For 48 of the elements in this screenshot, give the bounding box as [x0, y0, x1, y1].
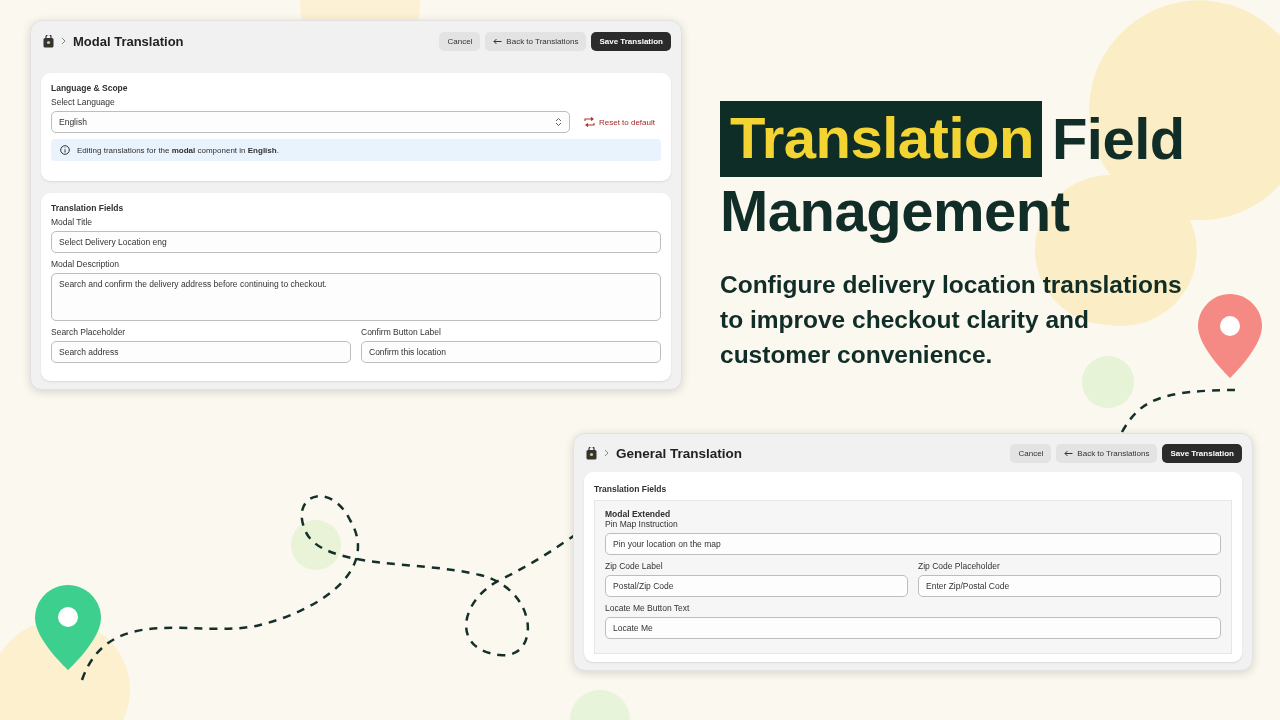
field-label: Locate Me Button Text	[605, 603, 691, 613]
input-field[interactable]: Enter Zip/Postal Code	[918, 575, 1221, 597]
subtitle: Configure delivery location translations to improve checkout clarity and customer convenience.	[720, 270, 1183, 370]
input-field[interactable]: Locate Me	[605, 617, 1221, 639]
section-heading: Translation Fields	[594, 484, 668, 494]
field-label: Modal Description	[51, 259, 121, 269]
shopping-bag-icon	[43, 34, 54, 48]
swap-arrows-icon	[583, 117, 595, 127]
info-text: Editing translations for the modal component in English.	[77, 145, 279, 155]
section-heading: Translation Fields	[51, 203, 125, 213]
save-button[interactable]: Save Translation	[591, 31, 671, 51]
chevron-icon	[554, 117, 562, 127]
field-label: Zip Code Label	[605, 561, 664, 571]
text-area[interactable]: Search and confirm the delivery address before continuing to checkout.	[51, 273, 661, 321]
field-label: Zip Code Placeholder	[918, 561, 1001, 571]
background-blob	[1082, 356, 1134, 408]
back-button[interactable]: Back to Translations	[1056, 443, 1158, 463]
field-label: Modal Title	[51, 217, 94, 227]
field-label: Pin Map Instruction	[605, 519, 679, 529]
background-blob	[291, 520, 341, 570]
map-pin-icon	[1198, 294, 1262, 378]
left-arrow-icon	[1064, 449, 1074, 457]
language-select[interactable]: English	[51, 111, 570, 133]
section-heading: Language & Scope	[51, 83, 129, 93]
highlighted-headline-word: Translation	[720, 101, 1042, 177]
window-title: Modal Translation	[73, 33, 184, 49]
save-button[interactable]: Save Translation	[1162, 443, 1242, 463]
reset-link[interactable]: Reset to default	[583, 117, 655, 127]
cancel-button[interactable]: Cancel	[1010, 443, 1052, 463]
left-arrow-icon	[493, 37, 503, 45]
breadcrumb-chevron-icon	[604, 449, 609, 457]
breadcrumb-chevron-icon	[61, 37, 66, 45]
input-field[interactable]: Select Delivery Location eng	[51, 231, 661, 253]
field-label: Select Language	[51, 97, 116, 107]
input-field[interactable]: Postal/Zip Code	[605, 575, 908, 597]
headline-text: Field	[1051, 110, 1185, 168]
field-label: Confirm Button Label	[361, 327, 442, 337]
field-label: Search Placeholder	[51, 327, 127, 337]
map-pin-icon	[35, 585, 101, 670]
cancel-button[interactable]: Cancel	[439, 31, 481, 51]
window-title: General Translation	[616, 445, 743, 461]
info-icon	[60, 145, 70, 155]
shopping-bag-icon	[586, 446, 597, 460]
input-field[interactable]: Search address	[51, 341, 351, 363]
back-button[interactable]: Back to Translations	[485, 31, 587, 51]
group-heading: Modal Extended	[605, 509, 672, 519]
input-field[interactable]: Confirm this location	[361, 341, 661, 363]
input-field[interactable]: Pin your location on the map	[605, 533, 1221, 555]
